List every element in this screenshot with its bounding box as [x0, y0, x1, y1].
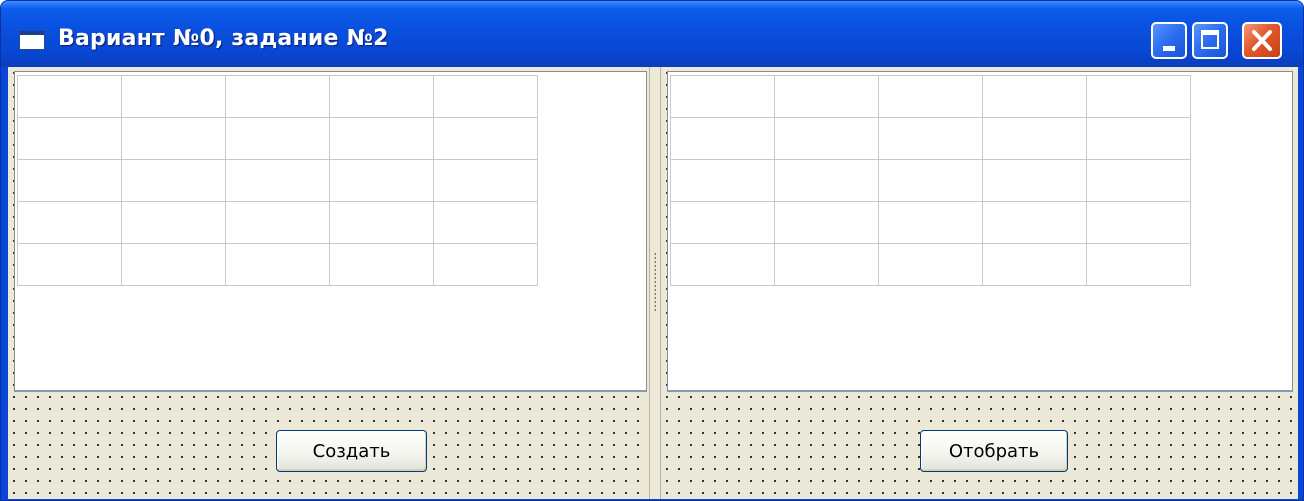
- maximize-button[interactable]: [1192, 22, 1228, 59]
- grid-cell[interactable]: [774, 243, 879, 286]
- grid-cell[interactable]: [121, 201, 226, 244]
- minimize-icon: [1163, 46, 1175, 51]
- left-panel: Создать: [8, 67, 649, 499]
- grid-cell[interactable]: [433, 201, 538, 244]
- grid-cell[interactable]: [774, 159, 879, 202]
- right-grid-cells[interactable]: [670, 75, 1191, 286]
- grid-cell[interactable]: [329, 243, 434, 286]
- grid-cell[interactable]: [878, 117, 983, 160]
- main-window: Вариант №0, задание №2 Создать Отобрать: [0, 0, 1304, 501]
- grid-cell[interactable]: [670, 243, 775, 286]
- grid-cell[interactable]: [670, 159, 775, 202]
- grid-cell[interactable]: [774, 75, 879, 118]
- grid-row[interactable]: [670, 201, 1191, 244]
- grid-cell[interactable]: [329, 201, 434, 244]
- grid-cell[interactable]: [774, 201, 879, 244]
- grid-cell[interactable]: [17, 117, 122, 160]
- grid-row[interactable]: [17, 243, 538, 286]
- grid-row[interactable]: [670, 75, 1191, 118]
- right-button-area: Отобрать: [667, 392, 1293, 499]
- grid-row[interactable]: [670, 117, 1191, 160]
- grid-cell[interactable]: [17, 75, 122, 118]
- grid-cell[interactable]: [225, 201, 330, 244]
- grid-cell[interactable]: [1086, 243, 1191, 286]
- grid-cell[interactable]: [433, 159, 538, 202]
- grid-cell[interactable]: [1086, 201, 1191, 244]
- grid-cell[interactable]: [670, 75, 775, 118]
- grid-cell[interactable]: [878, 243, 983, 286]
- select-button[interactable]: Отобрать: [920, 430, 1068, 472]
- left-button-area: Создать: [14, 392, 647, 499]
- grid-cell[interactable]: [329, 159, 434, 202]
- grid-cell[interactable]: [329, 117, 434, 160]
- grid-cell[interactable]: [774, 117, 879, 160]
- grid-row[interactable]: [670, 243, 1191, 286]
- grid-cell[interactable]: [225, 75, 330, 118]
- close-icon: [1252, 30, 1272, 51]
- title-bar[interactable]: Вариант №0, задание №2: [1, 1, 1303, 67]
- splitter-grip-icon[interactable]: [654, 252, 656, 312]
- grid-cell[interactable]: [225, 243, 330, 286]
- grid-row[interactable]: [17, 75, 538, 118]
- right-panel: Отобрать: [661, 67, 1298, 499]
- grid-row[interactable]: [17, 159, 538, 202]
- grid-cell[interactable]: [982, 159, 1087, 202]
- grid-cell[interactable]: [982, 201, 1087, 244]
- grid-cell[interactable]: [225, 159, 330, 202]
- window-title: Вариант №0, задание №2: [58, 26, 389, 51]
- grid-cell[interactable]: [670, 117, 775, 160]
- grid-cell[interactable]: [433, 117, 538, 160]
- grid-cell[interactable]: [878, 201, 983, 244]
- grid-cell[interactable]: [670, 201, 775, 244]
- grid-cell[interactable]: [17, 201, 122, 244]
- grid-cell[interactable]: [121, 117, 226, 160]
- grid-cell[interactable]: [433, 75, 538, 118]
- splitter[interactable]: [649, 67, 661, 499]
- grid-cell[interactable]: [878, 159, 983, 202]
- grid-cell[interactable]: [121, 75, 226, 118]
- close-button[interactable]: [1242, 22, 1282, 59]
- grid-cell[interactable]: [878, 75, 983, 118]
- right-data-grid[interactable]: [667, 71, 1293, 392]
- create-button[interactable]: Создать: [276, 430, 427, 472]
- grid-cell[interactable]: [982, 117, 1087, 160]
- grid-cell[interactable]: [1086, 75, 1191, 118]
- grid-cell[interactable]: [225, 117, 330, 160]
- client-area: Создать Отобрать: [8, 67, 1298, 499]
- grid-row[interactable]: [17, 117, 538, 160]
- grid-cell[interactable]: [329, 75, 434, 118]
- minimize-button[interactable]: [1151, 22, 1187, 59]
- left-data-grid[interactable]: [14, 71, 647, 392]
- grid-row[interactable]: [17, 201, 538, 244]
- grid-cell[interactable]: [121, 159, 226, 202]
- grid-row[interactable]: [670, 159, 1191, 202]
- left-grid-cells[interactable]: [17, 75, 538, 286]
- grid-cell[interactable]: [433, 243, 538, 286]
- grid-cell[interactable]: [121, 243, 226, 286]
- grid-cell[interactable]: [1086, 117, 1191, 160]
- grid-cell[interactable]: [982, 75, 1087, 118]
- grid-cell[interactable]: [982, 243, 1087, 286]
- window-icon[interactable]: [19, 31, 45, 50]
- maximize-icon: [1201, 30, 1219, 49]
- grid-cell[interactable]: [17, 243, 122, 286]
- grid-cell[interactable]: [1086, 159, 1191, 202]
- grid-cell[interactable]: [17, 159, 122, 202]
